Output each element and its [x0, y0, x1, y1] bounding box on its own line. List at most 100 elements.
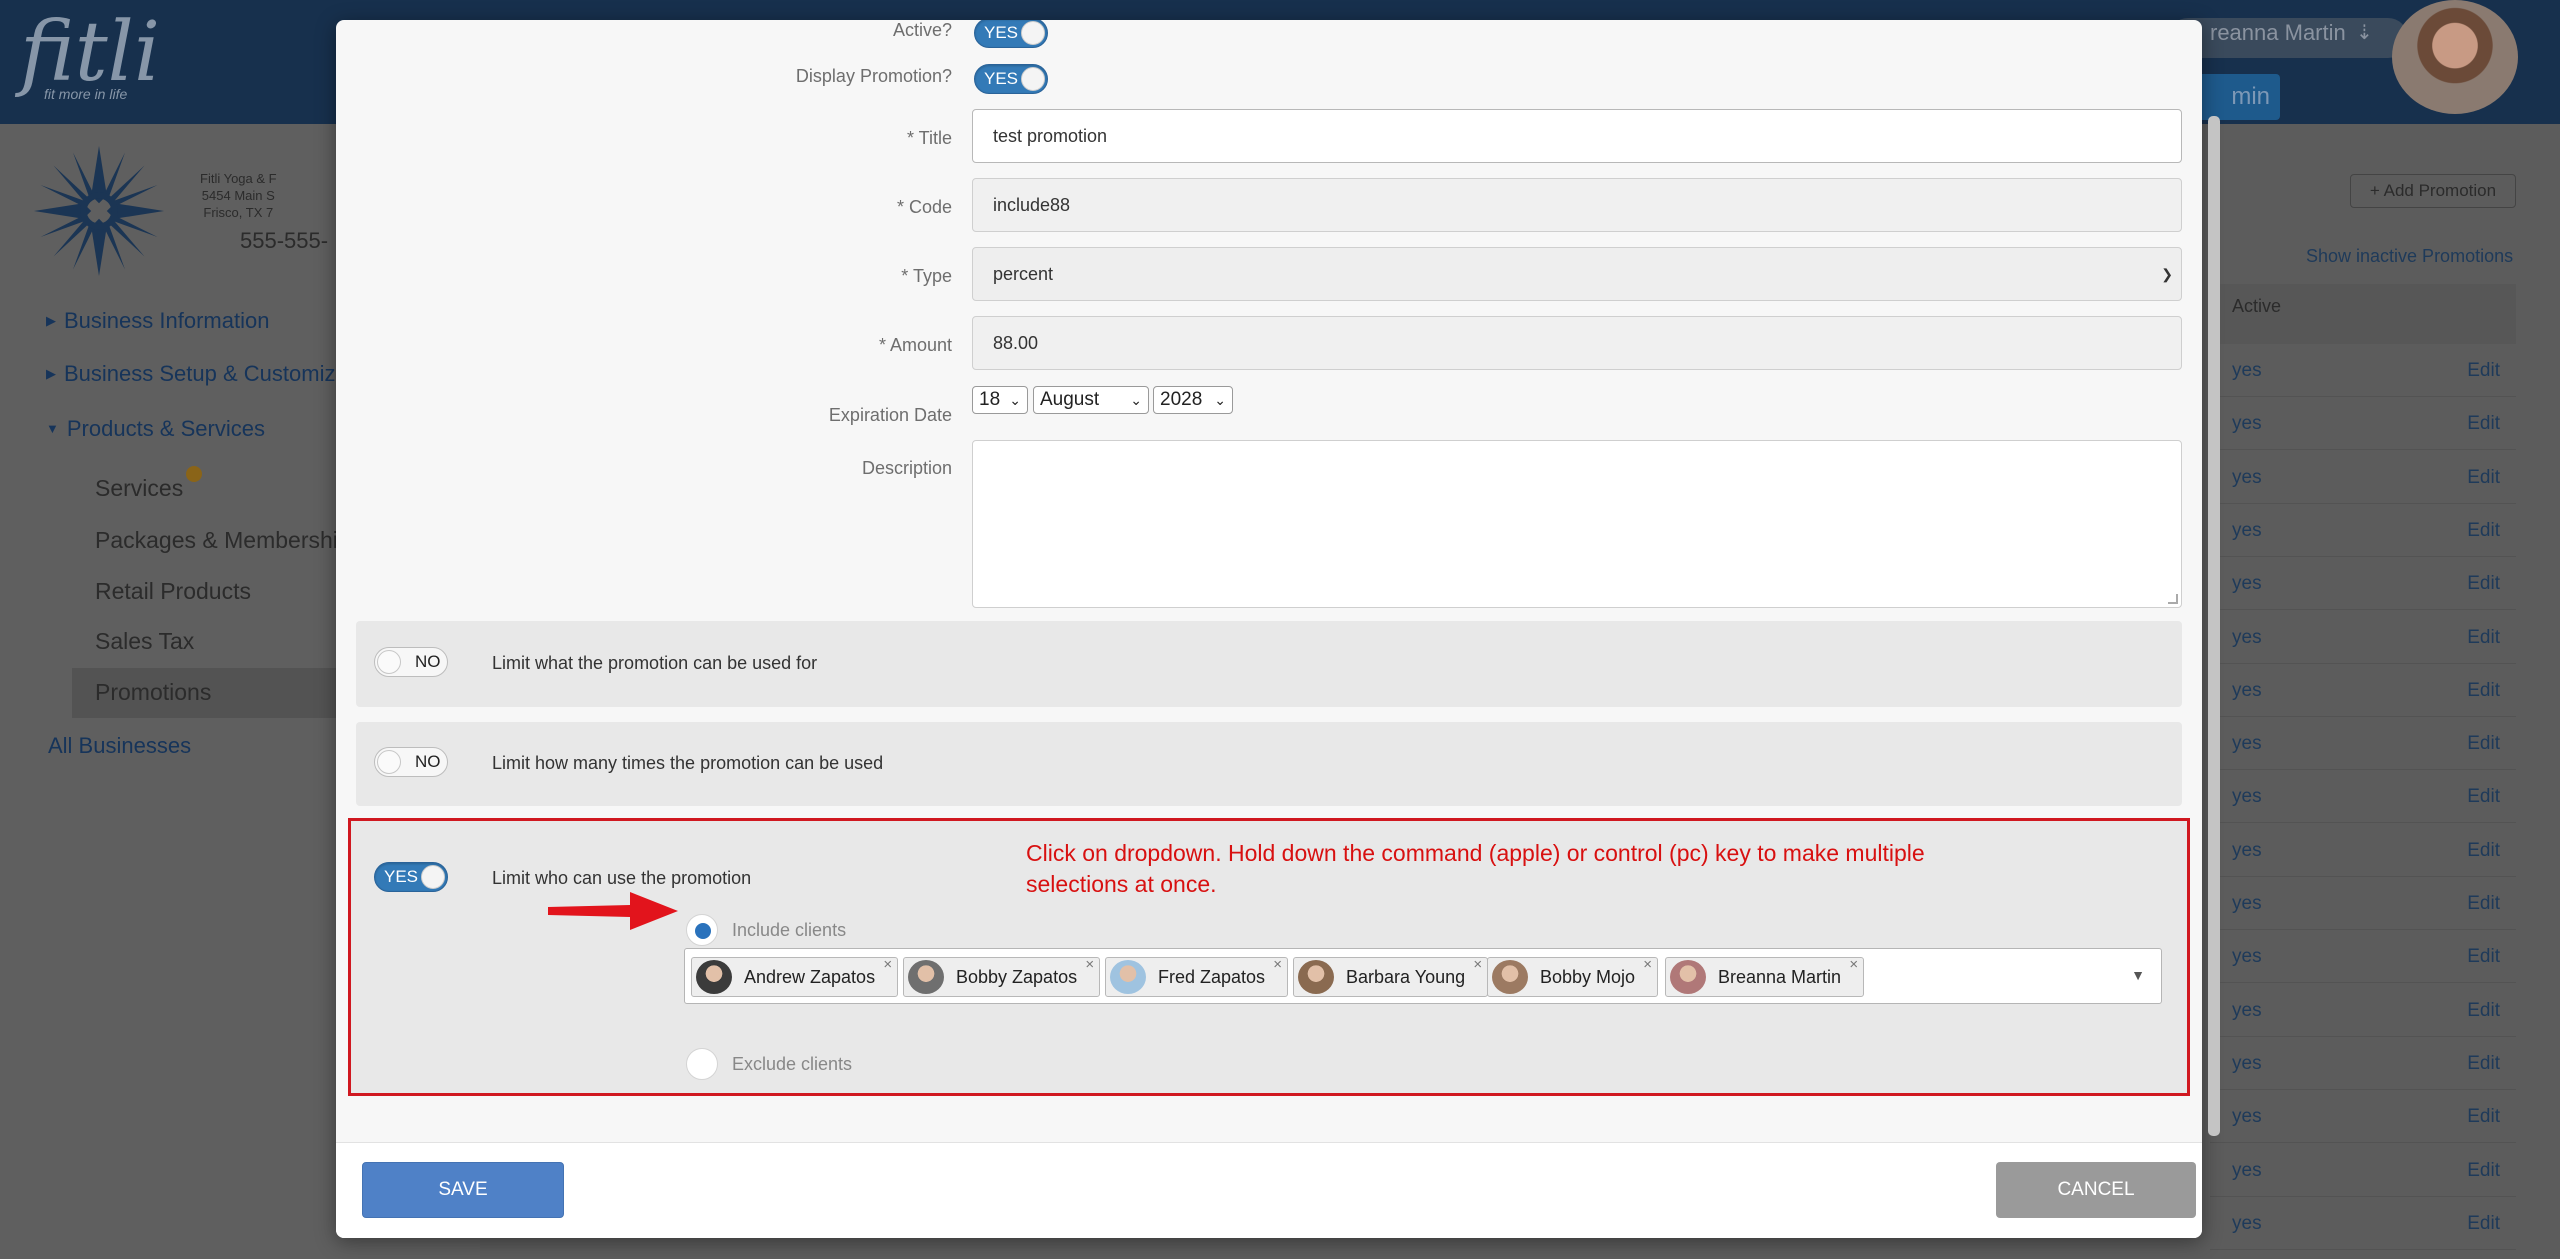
row-active-value: yes [2232, 786, 2262, 808]
annotation-arrow-icon [548, 892, 678, 930]
sidebar-item-business-setup[interactable]: ▶ Business Setup & Customiza [46, 361, 348, 387]
sidebar-item-products-services[interactable]: ▼ Products & Services [46, 416, 265, 442]
row-edit-link[interactable]: Edit [2467, 520, 2500, 542]
row-active-value: yes [2232, 679, 2262, 701]
row-active-value: yes [2232, 1212, 2262, 1234]
fitli-logo[interactable]: fitli [20, 8, 160, 98]
code-label: * Code [896, 197, 952, 217]
row-edit-link[interactable]: Edit [2467, 1053, 2500, 1075]
type-label: * Type [901, 266, 952, 286]
row-active-value: yes [2232, 1052, 2262, 1074]
description-label: Description [861, 458, 952, 478]
table-row: yes Edit [2210, 770, 2516, 824]
row-edit-link[interactable]: Edit [2467, 786, 2500, 808]
sidebar-item-retail-products[interactable]: Retail Products [95, 578, 251, 605]
modal-footer [336, 1142, 2202, 1238]
row-active-value: yes [2232, 413, 2262, 435]
table-row: yes Edit [2210, 717, 2516, 771]
table-row: yes Edit [2210, 984, 2516, 1037]
business-phone: 555-555- [240, 228, 329, 253]
row-active-value: yes [2232, 519, 2262, 541]
sidebar-item-sales-tax[interactable]: Sales Tax [95, 628, 194, 655]
limit-usage-section: NO Limit what the promotion can be used … [356, 621, 2182, 707]
expiration-day-select[interactable]: 18 ⌄ [972, 386, 1028, 414]
admin-button[interactable]: min [2190, 74, 2280, 120]
row-edit-link[interactable]: Edit [2467, 893, 2500, 915]
caret-right-icon: ▶ [46, 366, 56, 381]
avatar[interactable] [2392, 0, 2518, 114]
add-promotion-button[interactable]: + Add Promotion [2350, 174, 2516, 208]
sidebar-item-services[interactable]: Services [95, 475, 183, 502]
table-row: yes Edit [2210, 664, 2516, 717]
active-toggle[interactable]: YES [974, 20, 1048, 48]
expiration-year-select[interactable]: 2028 ⌄ [1153, 386, 1233, 414]
row-active-value: yes [2232, 466, 2262, 488]
chevron-down-icon: ⇣ [2356, 22, 2373, 44]
expiration-month-select[interactable]: August ⌄ [1033, 386, 1149, 414]
row-edit-link[interactable]: Edit [2467, 946, 2500, 968]
type-select[interactable]: percent ❯ [972, 247, 2182, 301]
caret-down-icon: ▼ [46, 421, 59, 436]
show-inactive-link[interactable]: Show inactive Promotions [2306, 246, 2513, 267]
row-edit-link[interactable]: Edit [2467, 1213, 2500, 1235]
sidebar-item-promotions[interactable]: Promotions [95, 679, 211, 706]
business-logo [34, 146, 164, 276]
row-edit-link[interactable]: Edit [2467, 680, 2500, 702]
column-header-active: Active [2232, 296, 2282, 316]
row-active-value: yes [2232, 360, 2262, 381]
row-active-value: yes [2232, 733, 2262, 755]
description-textarea[interactable] [972, 440, 2182, 608]
row-active-value: yes [2232, 573, 2262, 595]
limit-times-text: Limit how many times the promotion can b… [492, 753, 884, 773]
table-row: yes Edit [2210, 1197, 2516, 1250]
table-row: yes Edit [2210, 504, 2516, 557]
row-edit-link[interactable]: Edit [2467, 413, 2500, 435]
promotion-modal: Active? YES Display Promotion? YES * Tit… [336, 20, 2202, 1238]
row-active-value: yes [2232, 893, 2262, 914]
row-edit-link[interactable]: Edit [2467, 1106, 2500, 1128]
limit-usage-toggle[interactable]: NO [374, 647, 448, 677]
row-edit-link[interactable]: Edit [2467, 467, 2500, 489]
row-active-value: yes [2232, 839, 2262, 861]
expiration-date-label: Expiration Date [828, 405, 952, 425]
row-edit-link[interactable]: Edit [2467, 733, 2500, 755]
table-row: yes Edit [2210, 1144, 2516, 1197]
row-edit-link[interactable]: Edit [2467, 1160, 2500, 1182]
modal-scrollbar[interactable] [2208, 116, 2220, 1136]
table-row: yes Edit [2210, 1090, 2516, 1144]
sidebar-item-business-information[interactable]: ▶ Business Information [46, 308, 269, 334]
title-label: * Title [906, 128, 952, 148]
row-edit-link[interactable]: Edit [2467, 1000, 2500, 1022]
row-edit-link[interactable]: Edit [2467, 627, 2500, 649]
user-name: reanna Martin [2210, 20, 2346, 45]
row-active-value: yes [2232, 1106, 2262, 1128]
row-active-value: yes [2232, 946, 2262, 968]
resize-handle[interactable] [2168, 594, 2178, 604]
table-row: yes Edit [2210, 877, 2516, 930]
code-input[interactable]: include88 [972, 178, 2182, 232]
table-row: yes Edit [2210, 344, 2516, 397]
row-edit-link[interactable]: Edit [2467, 573, 2500, 595]
limit-times-toggle[interactable]: NO [374, 747, 448, 777]
sidebar-item-packages[interactable]: Packages & Memberships [95, 527, 362, 554]
row-edit-link[interactable]: Edit [2467, 840, 2500, 862]
sidebar-item-all-businesses[interactable]: All Businesses [48, 733, 191, 759]
row-active-value: yes [2232, 1159, 2262, 1181]
chevron-down-icon: ⌄ [1214, 392, 1226, 408]
amount-input[interactable]: 88.00 [972, 316, 2182, 370]
chevron-down-icon: ⌄ [1130, 392, 1142, 408]
save-button[interactable]: SAVE [362, 1162, 564, 1218]
caret-right-icon: ▶ [46, 313, 56, 328]
row-edit-link[interactable]: Edit [2467, 360, 2500, 382]
row-active-value: yes [2232, 999, 2262, 1021]
modal-body: Active? YES Display Promotion? YES * Tit… [336, 20, 2202, 1142]
table-row: yes Edit [2210, 397, 2516, 451]
business-address: Fitli Yoga & F 5454 Main S Frisco, TX 7 [200, 171, 277, 220]
cancel-button[interactable]: CANCEL [1996, 1162, 2196, 1218]
logo-tagline: fit more in life [44, 86, 128, 102]
title-input[interactable]: test promotion [972, 109, 2182, 163]
display-promotion-toggle[interactable]: YES [974, 64, 1048, 94]
amount-label: * Amount [878, 335, 952, 355]
table-row: yes Edit [2210, 1037, 2516, 1090]
display-promotion-label: Display Promotion? [795, 66, 952, 86]
